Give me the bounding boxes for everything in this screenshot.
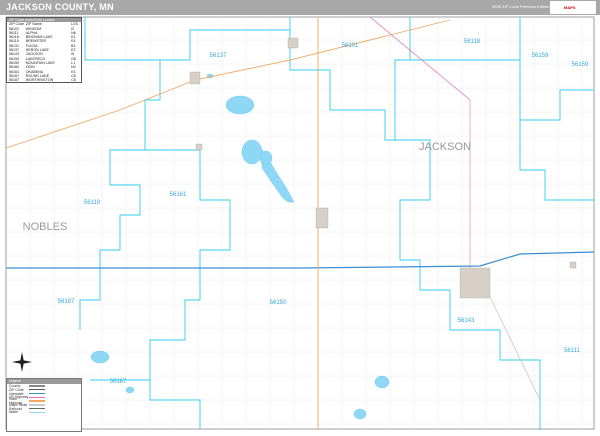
- legend-swatch: [29, 407, 45, 410]
- zip-label: 56111: [564, 348, 580, 354]
- edition-label: 2026 ZIP Code Premium Edition: [492, 4, 550, 9]
- legend-swatch: [29, 385, 45, 387]
- legend-swatch: [29, 392, 45, 395]
- zip-label: 56187: [110, 379, 127, 385]
- zip-label: 56159: [572, 62, 589, 68]
- zip-index-table: ZIP Code Index/Grid Locator ZIP Code ZIP…: [6, 17, 82, 84]
- logo-text: MAPS: [564, 5, 576, 10]
- county-label: NOBLES: [23, 221, 68, 233]
- zip-label: 56187: [58, 299, 75, 305]
- zip-label: 56119: [84, 200, 101, 206]
- zip-index-cell: 56187: [9, 78, 19, 83]
- legend-swatch: [29, 400, 45, 402]
- map-legend: Legend County ZIP Code Interstate US Highwa…: [6, 378, 82, 432]
- county-map[interactable]: 56137 56101 56118 56159 56159 56161 56119 56150…: [0, 15, 600, 436]
- zip-label: 56150: [270, 300, 287, 306]
- zip-index-row: 56187 WORTHINGTON C8: [7, 78, 81, 82]
- zip-label: 56161: [170, 192, 187, 198]
- zip-index-cell: C8: [71, 78, 76, 83]
- map-title: JACKSON COUNTY, MN: [6, 2, 114, 12]
- legend-item: Water: [7, 410, 81, 415]
- zip-label: 56118: [464, 39, 481, 45]
- header-bar: JACKSON COUNTY, MN 2026 ZIP Code Premium…: [0, 0, 600, 15]
- zip-label: 56143: [458, 318, 475, 324]
- county-label: JACKSON: [419, 141, 471, 153]
- zip-label: 56101: [342, 43, 359, 49]
- legend-item-label: Water: [9, 410, 19, 415]
- zip-index-cell: WORTHINGTON: [25, 78, 54, 83]
- legend-swatch: [29, 411, 45, 414]
- legend-swatch: [29, 396, 45, 399]
- publisher-logo: MAPS: [550, 1, 596, 14]
- legend-swatch: [29, 404, 45, 406]
- zip-label: 56159: [532, 53, 549, 59]
- zip-label: 56137: [210, 53, 227, 59]
- legend-swatch: [29, 388, 45, 391]
